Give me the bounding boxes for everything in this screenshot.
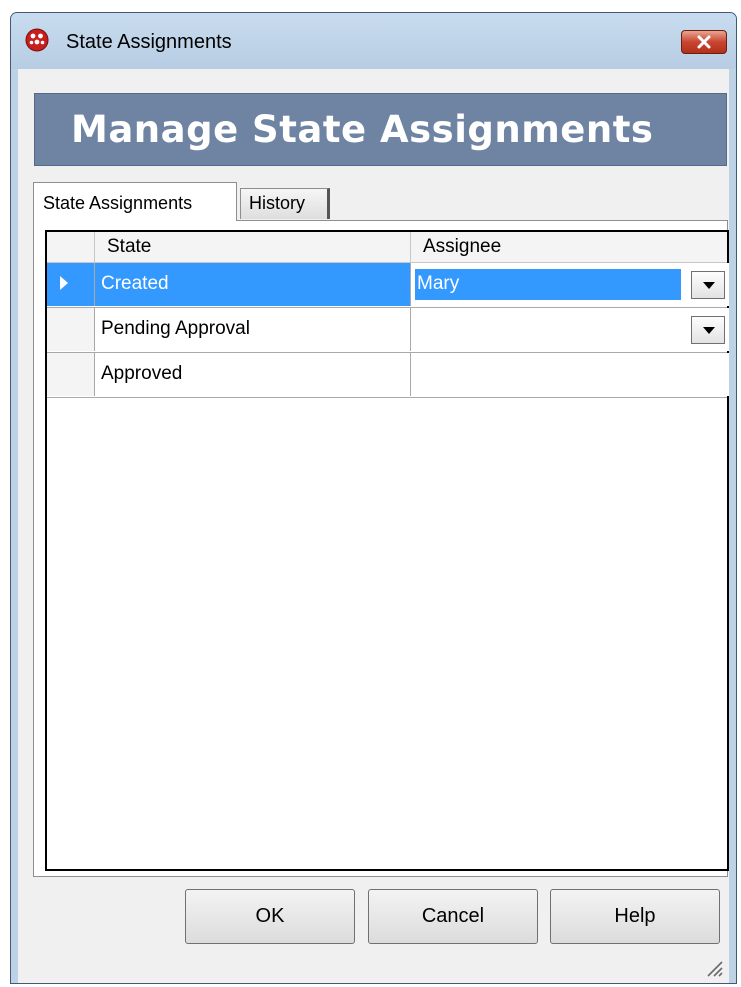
state-assignments-grid: State Assignee Created Mary Pending Appr… — [45, 230, 729, 871]
column-header-state[interactable]: State — [95, 232, 411, 262]
app-icon — [25, 28, 49, 52]
row-selector[interactable] — [47, 353, 95, 396]
dialog-client-area: Manage State Assignments State Assignmen… — [18, 69, 729, 983]
close-icon — [697, 35, 711, 49]
column-header-assignee[interactable]: Assignee — [411, 232, 729, 262]
tab-history[interactable]: History — [240, 188, 330, 219]
row-selector[interactable] — [47, 308, 95, 351]
tab-label: History — [249, 193, 306, 213]
row-selector[interactable] — [47, 263, 95, 306]
assignee-cell[interactable] — [411, 353, 729, 396]
help-button[interactable]: Help — [550, 889, 720, 944]
assignee-cell[interactable] — [411, 308, 729, 351]
current-row-arrow-icon — [60, 276, 68, 290]
assignee-dropdown-button[interactable] — [691, 316, 725, 344]
header-banner: Manage State Assignments — [34, 93, 727, 166]
assignee-cell[interactable]: Mary — [411, 263, 729, 306]
close-button[interactable] — [681, 30, 727, 54]
assignee-dropdown-value[interactable]: Mary — [415, 269, 681, 300]
grid-header: State Assignee — [47, 232, 727, 263]
state-cell[interactable]: Approved — [95, 353, 411, 396]
chevron-down-icon — [703, 327, 715, 334]
cancel-button[interactable]: Cancel — [368, 889, 538, 944]
table-row[interactable]: Pending Approval — [47, 308, 729, 353]
chevron-down-icon — [703, 282, 715, 289]
tab-state-assignments[interactable]: State Assignments — [33, 182, 237, 221]
row-selector-header — [47, 232, 95, 262]
window-title: State Assignments — [66, 31, 232, 53]
state-assignments-window: State Assignments Manage State Assignmen… — [10, 12, 737, 984]
title-bar[interactable]: State Assignments — [11, 13, 736, 69]
ok-button[interactable]: OK — [185, 889, 355, 944]
tab-panel: State Assignee Created Mary Pending Appr… — [33, 220, 729, 877]
table-row[interactable]: Approved — [47, 353, 729, 398]
state-cell[interactable]: Created — [95, 263, 411, 306]
tab-label: State Assignments — [43, 193, 193, 213]
resize-grip-icon[interactable] — [703, 957, 723, 977]
page-title: Manage State Assignments — [71, 108, 654, 151]
assignee-dropdown-button[interactable] — [691, 271, 725, 299]
state-cell[interactable]: Pending Approval — [95, 308, 411, 351]
table-row[interactable]: Created Mary — [47, 263, 729, 308]
